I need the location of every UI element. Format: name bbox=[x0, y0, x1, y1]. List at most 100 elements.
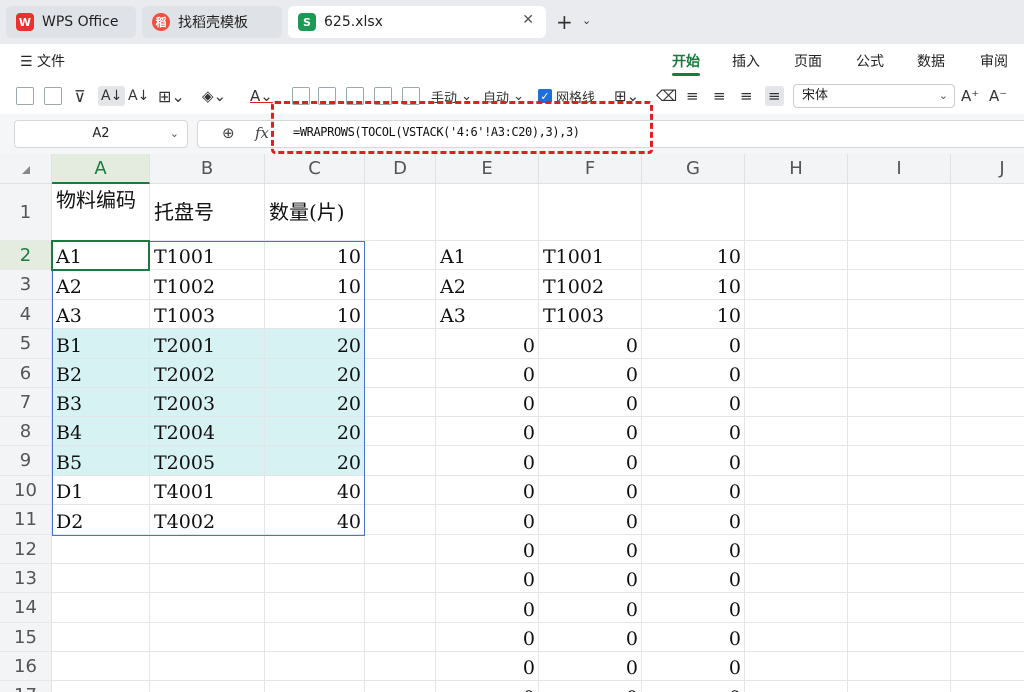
result-cell[interactable]: 0 bbox=[436, 329, 539, 359]
result-cell[interactable]: 0 bbox=[642, 417, 745, 446]
column-header-c[interactable]: C bbox=[265, 154, 365, 184]
close-icon[interactable]: ✕ bbox=[522, 12, 534, 28]
zoom-icon[interactable]: ⊕ bbox=[222, 124, 235, 142]
result-cell[interactable]: 0 bbox=[642, 329, 745, 359]
result-cell[interactable]: 0 bbox=[539, 476, 642, 505]
row-header-11[interactable]: 11 bbox=[0, 505, 52, 535]
column-header-h[interactable]: H bbox=[745, 154, 848, 184]
result-cell[interactable]: 0 bbox=[539, 417, 642, 446]
result-cell[interactable]: 0 bbox=[436, 417, 539, 446]
result-cell[interactable]: 0 bbox=[436, 652, 539, 681]
row-header-6[interactable]: 6 bbox=[0, 359, 52, 388]
fill-color-icon[interactable]: ◈⌄ bbox=[202, 86, 226, 106]
chevron-down-icon[interactable]: ⌄ bbox=[582, 14, 591, 27]
result-cell[interactable]: 0 bbox=[539, 505, 642, 535]
header-cell-material-code[interactable]: 物料编码 bbox=[52, 184, 150, 241]
result-cell[interactable]: A3 bbox=[436, 300, 539, 329]
font-color-icon[interactable]: A⌄ bbox=[250, 86, 273, 106]
result-cell[interactable]: T1001 bbox=[539, 241, 642, 270]
select-all-corner[interactable] bbox=[0, 154, 52, 184]
result-cell[interactable]: A2 bbox=[436, 270, 539, 300]
column-header-b[interactable]: B bbox=[150, 154, 265, 184]
result-cell[interactable]: 0 bbox=[642, 535, 745, 564]
result-cell[interactable]: 0 bbox=[436, 623, 539, 652]
result-cell[interactable]: 10 bbox=[642, 241, 745, 270]
row-header-9[interactable]: 9 bbox=[0, 446, 52, 476]
menu-insert[interactable]: 插入 bbox=[732, 51, 760, 71]
result-cell[interactable]: 0 bbox=[642, 388, 745, 417]
result-cell[interactable]: 0 bbox=[642, 681, 745, 692]
result-cell[interactable]: 0 bbox=[539, 652, 642, 681]
row-header-15[interactable]: 15 bbox=[0, 623, 52, 652]
result-cell[interactable]: T1002 bbox=[539, 270, 642, 300]
result-cell[interactable]: 0 bbox=[539, 446, 642, 476]
row-header-16[interactable]: 16 bbox=[0, 652, 52, 681]
result-cell[interactable]: A1 bbox=[436, 241, 539, 270]
result-cell[interactable]: 0 bbox=[436, 564, 539, 593]
row-header-13[interactable]: 13 bbox=[0, 564, 52, 593]
header-cell-quantity[interactable]: 数量(片) bbox=[265, 184, 365, 241]
row-header-5[interactable]: 5 bbox=[0, 329, 52, 359]
tab-docer[interactable]: 稻 找稻壳模板 bbox=[142, 6, 282, 38]
result-cell[interactable]: 0 bbox=[436, 446, 539, 476]
result-cell[interactable]: T1003 bbox=[539, 300, 642, 329]
row-header-8[interactable]: 8 bbox=[0, 417, 52, 446]
header-cell-pallet-no[interactable]: 托盘号 bbox=[150, 184, 265, 241]
result-cell[interactable]: 0 bbox=[539, 681, 642, 692]
result-cell[interactable]: 0 bbox=[642, 359, 745, 388]
row-header-2[interactable]: 2 bbox=[0, 241, 52, 270]
result-cell[interactable]: 0 bbox=[436, 505, 539, 535]
row-header-14[interactable]: 14 bbox=[0, 593, 52, 623]
font-name-select[interactable]: 宋体 ⌄ bbox=[793, 84, 955, 108]
align-right-icon[interactable]: ≡ bbox=[740, 86, 753, 106]
borders-icon[interactable]: ⊞⌄ bbox=[158, 86, 185, 106]
row-header-10[interactable]: 10 bbox=[0, 476, 52, 505]
result-cell[interactable]: 0 bbox=[436, 593, 539, 623]
filter-icon[interactable]: ⊽ bbox=[74, 86, 86, 106]
result-cell[interactable]: 0 bbox=[642, 652, 745, 681]
result-cell[interactable]: 0 bbox=[539, 535, 642, 564]
sort-asc-icon[interactable]: A↓ bbox=[98, 86, 126, 106]
align-left-icon[interactable]: ≡ bbox=[686, 86, 699, 106]
result-cell[interactable]: 0 bbox=[436, 535, 539, 564]
column-header-g[interactable]: G bbox=[642, 154, 745, 184]
tab-wps-office[interactable]: W WPS Office bbox=[6, 6, 136, 38]
row-header-1[interactable]: 1 bbox=[0, 184, 52, 241]
result-cell[interactable]: 10 bbox=[642, 300, 745, 329]
row-header-12[interactable]: 12 bbox=[0, 535, 52, 564]
decrease-font-icon[interactable]: A⁻ bbox=[989, 86, 1007, 106]
column-header-a[interactable]: A bbox=[52, 154, 150, 184]
sort-desc-icon[interactable]: A↓ bbox=[128, 86, 149, 106]
result-cell[interactable]: 0 bbox=[642, 593, 745, 623]
result-cell[interactable]: 0 bbox=[539, 359, 642, 388]
column-header-j[interactable]: J bbox=[951, 154, 1024, 184]
menu-formula[interactable]: 公式 bbox=[856, 51, 884, 71]
menu-data[interactable]: 数据 bbox=[917, 51, 945, 71]
result-cell[interactable]: 0 bbox=[436, 359, 539, 388]
tab-spreadsheet[interactable]: S 625.xlsx ✕ bbox=[288, 6, 546, 38]
row-header-4[interactable]: 4 bbox=[0, 300, 52, 329]
row-header-3[interactable]: 3 bbox=[0, 270, 52, 300]
result-cell[interactable]: 0 bbox=[539, 623, 642, 652]
spreadsheet-grid[interactable]: ABCDEFGHIJ1234567891011121314151617物料编码托… bbox=[0, 154, 1024, 692]
result-cell[interactable]: 0 bbox=[642, 476, 745, 505]
result-cell[interactable]: 0 bbox=[436, 476, 539, 505]
file-menu[interactable]: ☰ 文件 bbox=[20, 51, 65, 71]
result-cell[interactable]: 0 bbox=[642, 446, 745, 476]
column-header-e[interactable]: E bbox=[436, 154, 539, 184]
name-box[interactable]: A2 ⌄ bbox=[14, 120, 188, 148]
result-cell[interactable]: 10 bbox=[642, 270, 745, 300]
paste-values-icon[interactable] bbox=[16, 86, 34, 106]
result-cell[interactable]: 0 bbox=[539, 388, 642, 417]
result-cell[interactable]: 0 bbox=[642, 623, 745, 652]
row-header-7[interactable]: 7 bbox=[0, 388, 52, 417]
result-cell[interactable]: 0 bbox=[436, 388, 539, 417]
result-cell[interactable]: 0 bbox=[642, 564, 745, 593]
result-cell[interactable]: 0 bbox=[436, 681, 539, 692]
result-cell[interactable]: 0 bbox=[539, 593, 642, 623]
column-header-d[interactable]: D bbox=[365, 154, 436, 184]
clear-format-icon[interactable]: ⌫ bbox=[656, 86, 677, 106]
menu-home[interactable]: 开始 bbox=[672, 51, 700, 71]
menu-review[interactable]: 审阅 bbox=[980, 51, 1008, 71]
column-header-f[interactable]: F bbox=[539, 154, 642, 184]
